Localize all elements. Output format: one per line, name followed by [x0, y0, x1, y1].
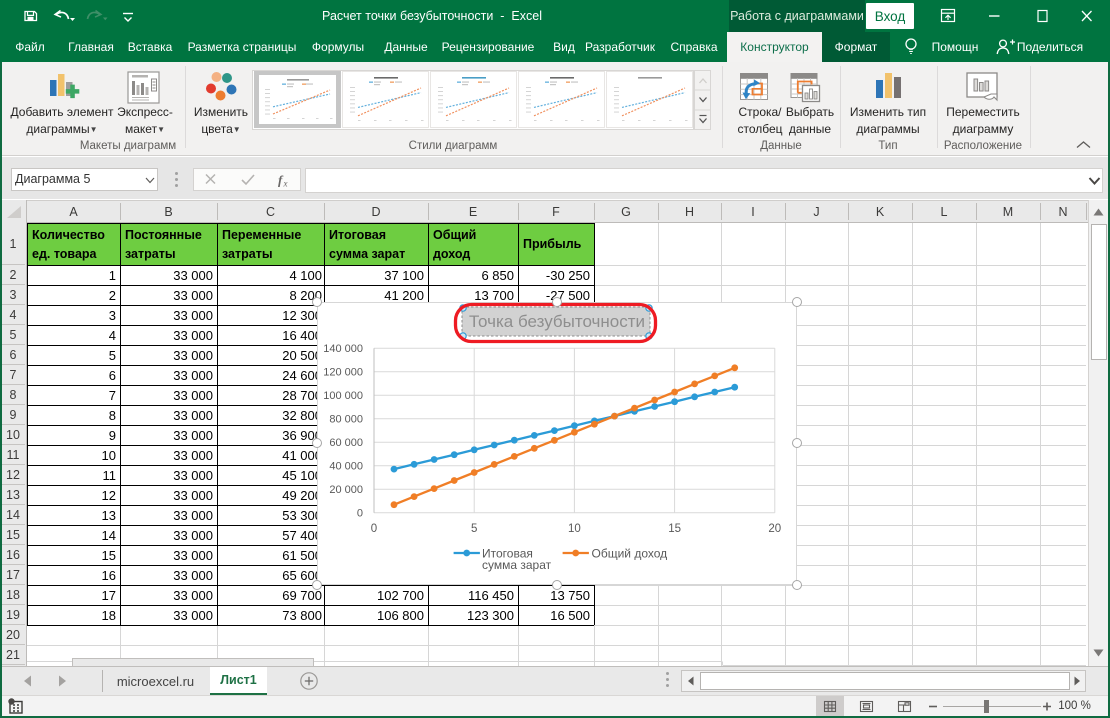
svg-text:120 000: 120 000 — [323, 367, 363, 379]
svg-text:x: x — [283, 179, 288, 189]
svg-text:60 000: 60 000 — [329, 437, 363, 449]
svg-text:0: 0 — [371, 523, 377, 535]
svg-text:Точка безубыточности: Точка безубыточности — [469, 312, 645, 331]
svg-text:сумма зарат: сумма зарат — [482, 558, 552, 572]
svg-text:15: 15 — [668, 523, 681, 535]
svg-text:40 000: 40 000 — [329, 461, 363, 473]
svg-text:20: 20 — [768, 523, 781, 535]
svg-text:0: 0 — [357, 508, 363, 520]
svg-text:10: 10 — [568, 523, 581, 535]
svg-text:Общий доход: Общий доход — [592, 547, 668, 561]
svg-text:20 000: 20 000 — [329, 484, 363, 496]
svg-text:5: 5 — [471, 523, 477, 535]
svg-text:100 000: 100 000 — [323, 390, 363, 402]
svg-text:140 000: 140 000 — [323, 343, 363, 355]
svg-text:80 000: 80 000 — [329, 414, 363, 426]
